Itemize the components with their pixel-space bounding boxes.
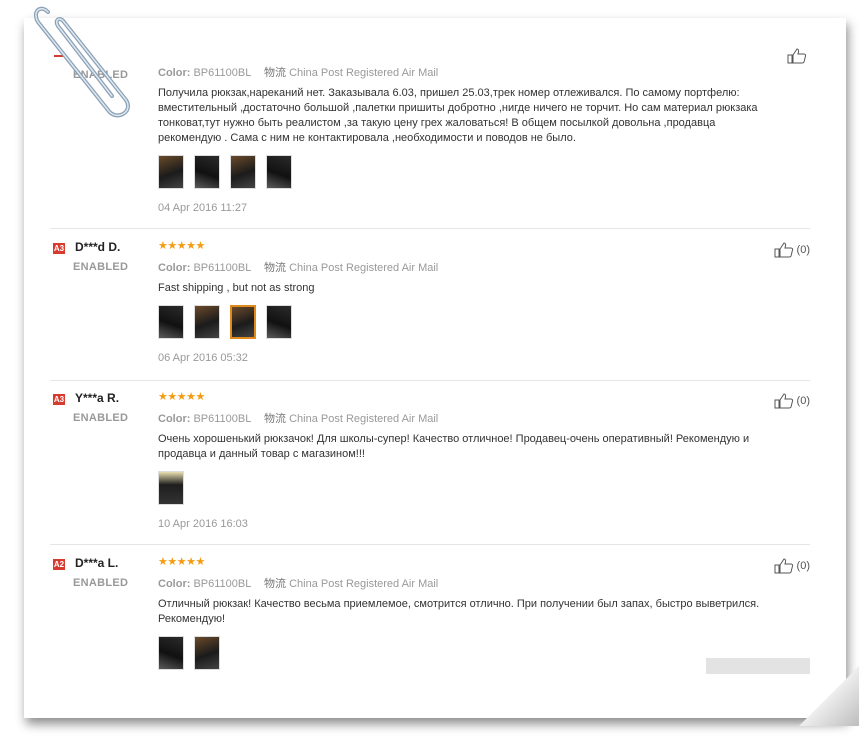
review-photo-thumbnail[interactable] xyxy=(158,155,184,189)
color-label: Color: xyxy=(158,413,191,425)
review-photo-thumbnail[interactable] xyxy=(194,305,220,339)
review-item: A2 D***a L. ENABLED ★★★★★ Color: BP61100… xyxy=(50,556,810,676)
star-rating: ★★★★★ xyxy=(158,391,205,403)
review-photo-thumbnail[interactable] xyxy=(266,155,292,189)
review-photo-thumbnail[interactable] xyxy=(194,155,220,189)
review-content: ★★★★★ Color: BP61100BL 物流 China Post Reg… xyxy=(158,240,768,364)
pagination-bar[interactable] xyxy=(706,658,810,674)
thumbs-up-icon[interactable] xyxy=(774,393,794,409)
helpful-count: (0) xyxy=(796,395,810,407)
color-value: BP61100BL xyxy=(193,413,251,425)
buyer-status: ENABLED xyxy=(73,412,129,424)
shipping-label: 物流 xyxy=(264,262,287,274)
review-item: A3 Y***a R. ENABLED ★★★★★ Color: BP61100… xyxy=(50,391,810,545)
review-photos xyxy=(158,305,768,343)
review-meta: Color: BP61100BL 物流 China Post Registere… xyxy=(158,259,768,275)
review-photo-thumbnail[interactable] xyxy=(158,471,184,505)
shipping-value: China Post Registered Air Mail xyxy=(289,262,439,274)
review-meta: Color: BP61100BL 物流 China Post Registere… xyxy=(158,410,768,426)
review-content: ★★★★★ Color: BP61100BL 物流 China Post Reg… xyxy=(158,556,768,674)
helpful-vote[interactable]: (0) xyxy=(774,558,810,574)
review-date: 06 Apr 2016 05:32 xyxy=(158,352,248,364)
helpful-count: (0) xyxy=(796,560,810,572)
thumbs-up-icon[interactable] xyxy=(774,242,794,258)
shipping-label: 物流 xyxy=(264,67,287,79)
review-photos xyxy=(158,155,768,193)
helpful-count: (0) xyxy=(796,244,810,256)
shipping-value: China Post Registered Air Mail xyxy=(289,578,439,590)
star-rating: ★★★★★ xyxy=(158,556,205,568)
review-content: Color: BP61100BL 物流 China Post Registere… xyxy=(158,64,768,214)
shipping-label: 物流 xyxy=(264,578,287,590)
review-meta: Color: BP61100BL 物流 China Post Registere… xyxy=(158,64,768,80)
helpful-vote[interactable] xyxy=(787,48,810,64)
star-rating: ★★★★★ xyxy=(158,240,205,252)
thumbs-up-icon[interactable] xyxy=(774,558,794,574)
buyer-status: ENABLED xyxy=(73,577,129,589)
review-photos xyxy=(158,471,768,509)
color-value: BP61100BL xyxy=(193,578,251,590)
color-value: BP61100BL xyxy=(193,67,251,79)
paperclip-icon xyxy=(33,6,130,118)
country-flag: A3 xyxy=(53,394,65,405)
review-photos xyxy=(158,636,768,674)
review-text: Очень хорошенький рюкзачок! Для школы-су… xyxy=(158,433,750,460)
color-label: Color: xyxy=(158,578,191,590)
review-photo-thumbnail[interactable] xyxy=(230,155,256,189)
review-text: Fast shipping , but not as strong xyxy=(158,282,315,294)
review-item: A3 D***d D. ENABLED ★★★★★ Color: BP61100… xyxy=(50,240,810,381)
review-text: Отличный рюкзак! Качество весьма приемле… xyxy=(158,598,760,625)
color-label: Color: xyxy=(158,262,191,274)
color-label: Color: xyxy=(158,67,191,79)
review-date: 10 Apr 2016 16:03 xyxy=(158,518,248,530)
buyer-name: Y***a R. xyxy=(75,391,120,405)
buyer-name: D***a L. xyxy=(75,556,119,570)
review-photo-thumbnail[interactable] xyxy=(194,636,220,670)
review-item: ENABLED Color: BP61100BL 物流 China Post R… xyxy=(50,48,810,229)
buyer-status: ENABLED xyxy=(73,261,129,273)
review-photo-thumbnail[interactable] xyxy=(158,636,184,670)
review-text: Получила рюкзак,нареканий нет. Заказывал… xyxy=(158,87,758,144)
country-flag: A2 xyxy=(53,559,65,570)
review-date: 04 Apr 2016 11:27 xyxy=(158,202,248,214)
color-value: BP61100BL xyxy=(193,262,251,274)
country-flag: A3 xyxy=(53,243,65,254)
helpful-vote[interactable]: (0) xyxy=(774,393,810,409)
review-meta: Color: BP61100BL 物流 China Post Registere… xyxy=(158,575,768,591)
review-photo-thumbnail[interactable] xyxy=(266,305,292,339)
review-photo-thumbnail[interactable] xyxy=(158,305,184,339)
shipping-value: China Post Registered Air Mail xyxy=(289,413,439,425)
review-content: ★★★★★ Color: BP61100BL 物流 China Post Reg… xyxy=(158,391,768,530)
buyer-name: D***d D. xyxy=(75,240,121,254)
thumbs-up-icon[interactable] xyxy=(787,48,807,64)
shipping-label: 物流 xyxy=(264,413,287,425)
review-photo-thumbnail[interactable] xyxy=(230,305,256,339)
shipping-value: China Post Registered Air Mail xyxy=(289,67,439,79)
helpful-vote[interactable]: (0) xyxy=(774,242,810,258)
